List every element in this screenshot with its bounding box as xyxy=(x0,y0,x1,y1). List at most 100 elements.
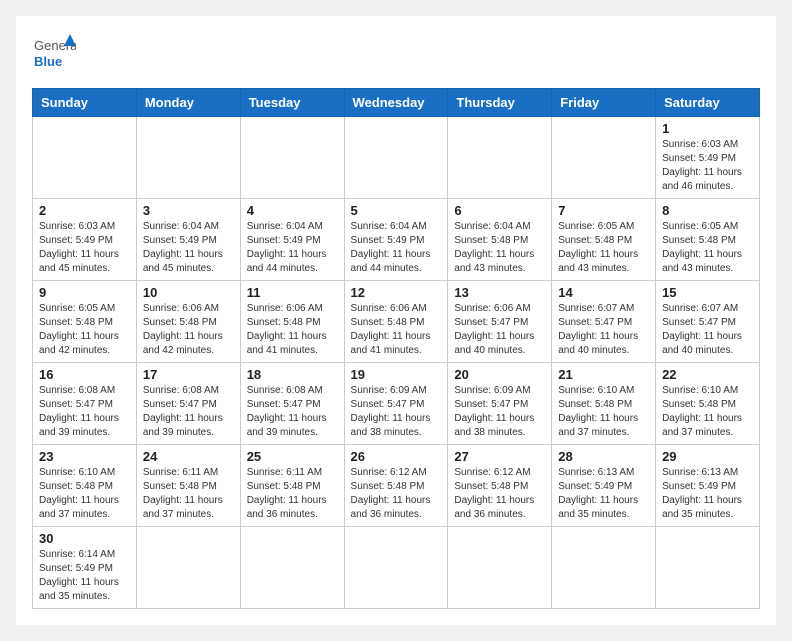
day-info: Sunrise: 6:11 AM Sunset: 5:48 PM Dayligh… xyxy=(247,466,338,522)
day-number: 26 xyxy=(351,449,442,464)
weekday-header-saturday: Saturday xyxy=(656,89,760,117)
calendar-week-row: 2Sunrise: 6:03 AM Sunset: 5:49 PM Daylig… xyxy=(33,199,760,281)
day-number: 22 xyxy=(662,367,753,382)
calendar-cell xyxy=(448,527,552,609)
day-number: 15 xyxy=(662,285,753,300)
day-number: 2 xyxy=(39,203,130,218)
day-number: 21 xyxy=(558,367,649,382)
day-info: Sunrise: 6:12 AM Sunset: 5:48 PM Dayligh… xyxy=(351,466,442,522)
day-info: Sunrise: 6:06 AM Sunset: 5:48 PM Dayligh… xyxy=(143,302,234,358)
calendar-cell: 30 Sunrise: 6:14 AM Sunset: 5:49 PM Dayli… xyxy=(33,527,137,609)
calendar-cell: 3 Sunrise: 6:04 AM Sunset: 5:49 PM Daylig… xyxy=(136,199,240,281)
day-info: Sunrise: 6:05 AM Sunset: 5:48 PM Dayligh… xyxy=(39,302,130,358)
calendar-cell: 20 Sunrise: 6:09 AM Sunset: 5:47 PM Dayli… xyxy=(448,363,552,445)
day-info: Sunrise: 6:14 AM Sunset: 5:49 PM Dayligh… xyxy=(39,548,130,604)
calendar-cell: 5 Sunrise: 6:04 AM Sunset: 5:49 PM Daylig… xyxy=(344,199,448,281)
calendar-cell: 24 Sunrise: 6:11 AM Sunset: 5:48 PM Dayli… xyxy=(136,445,240,527)
day-number: 8 xyxy=(662,203,753,218)
day-number: 29 xyxy=(662,449,753,464)
calendar-cell: 9Sunrise: 6:05 AM Sunset: 5:48 PM Daylig… xyxy=(33,281,137,363)
day-number: 30 xyxy=(39,531,130,546)
calendar-cell xyxy=(344,527,448,609)
day-info: Sunrise: 6:13 AM Sunset: 5:49 PM Dayligh… xyxy=(558,466,649,522)
calendar-cell: 19 Sunrise: 6:09 AM Sunset: 5:47 PM Dayli… xyxy=(344,363,448,445)
calendar-cell xyxy=(552,527,656,609)
calendar-cell xyxy=(240,117,344,199)
calendar-body: 1Sunrise: 6:03 AM Sunset: 5:49 PM Daylig… xyxy=(33,117,760,609)
day-number: 3 xyxy=(143,203,234,218)
calendar-cell: 23Sunrise: 6:10 AM Sunset: 5:48 PM Dayli… xyxy=(33,445,137,527)
svg-text:Blue: Blue xyxy=(34,54,62,69)
calendar-container: General Blue SundayMondayTuesdayWednesda… xyxy=(16,16,776,625)
calendar-cell: 6Sunrise: 6:04 AM Sunset: 5:48 PM Daylig… xyxy=(448,199,552,281)
day-number: 12 xyxy=(351,285,442,300)
day-info: Sunrise: 6:08 AM Sunset: 5:47 PM Dayligh… xyxy=(247,384,338,440)
weekday-header-sunday: Sunday xyxy=(33,89,137,117)
calendar-cell: 28 Sunrise: 6:13 AM Sunset: 5:49 PM Dayli… xyxy=(552,445,656,527)
weekday-header-thursday: Thursday xyxy=(448,89,552,117)
day-number: 16 xyxy=(39,367,130,382)
calendar-table: SundayMondayTuesdayWednesdayThursdayFrid… xyxy=(32,88,760,609)
logo: General Blue xyxy=(32,32,76,76)
calendar-cell xyxy=(136,527,240,609)
calendar-cell: 26 Sunrise: 6:12 AM Sunset: 5:48 PM Dayli… xyxy=(344,445,448,527)
calendar-cell: 4 Sunrise: 6:04 AM Sunset: 5:49 PM Daylig… xyxy=(240,199,344,281)
day-info: Sunrise: 6:04 AM Sunset: 5:48 PM Dayligh… xyxy=(454,220,545,276)
day-info: Sunrise: 6:10 AM Sunset: 5:48 PM Dayligh… xyxy=(558,384,649,440)
calendar-cell: 2Sunrise: 6:03 AM Sunset: 5:49 PM Daylig… xyxy=(33,199,137,281)
day-info: Sunrise: 6:07 AM Sunset: 5:47 PM Dayligh… xyxy=(558,302,649,358)
calendar-week-row: 9Sunrise: 6:05 AM Sunset: 5:48 PM Daylig… xyxy=(33,281,760,363)
day-number: 17 xyxy=(143,367,234,382)
day-number: 27 xyxy=(454,449,545,464)
day-number: 10 xyxy=(143,285,234,300)
weekday-header-friday: Friday xyxy=(552,89,656,117)
calendar-cell: 16Sunrise: 6:08 AM Sunset: 5:47 PM Dayli… xyxy=(33,363,137,445)
calendar-cell: 11Sunrise: 6:06 AM Sunset: 5:48 PM Dayli… xyxy=(240,281,344,363)
calendar-cell: 13Sunrise: 6:06 AM Sunset: 5:47 PM Dayli… xyxy=(448,281,552,363)
weekday-header-row: SundayMondayTuesdayWednesdayThursdayFrid… xyxy=(33,89,760,117)
weekday-header-monday: Monday xyxy=(136,89,240,117)
day-number: 18 xyxy=(247,367,338,382)
day-number: 25 xyxy=(247,449,338,464)
calendar-cell: 1Sunrise: 6:03 AM Sunset: 5:49 PM Daylig… xyxy=(656,117,760,199)
day-number: 24 xyxy=(143,449,234,464)
day-number: 28 xyxy=(558,449,649,464)
day-number: 5 xyxy=(351,203,442,218)
day-number: 4 xyxy=(247,203,338,218)
day-info: Sunrise: 6:06 AM Sunset: 5:47 PM Dayligh… xyxy=(454,302,545,358)
calendar-cell xyxy=(344,117,448,199)
calendar-week-row: 16 Sunrise: 6:08 AM Sunset: 5:47 PM Dayli… xyxy=(33,363,760,445)
calendar-cell: 8Sunrise: 6:05 AM Sunset: 5:48 PM Daylig… xyxy=(656,199,760,281)
calendar-cell xyxy=(136,117,240,199)
day-info: Sunrise: 6:04 AM Sunset: 5:49 PM Dayligh… xyxy=(351,220,442,276)
day-number: 23 xyxy=(39,449,130,464)
day-info: Sunrise: 6:11 AM Sunset: 5:48 PM Dayligh… xyxy=(143,466,234,522)
calendar-cell: 25 Sunrise: 6:11 AM Sunset: 5:48 PM Dayli… xyxy=(240,445,344,527)
calendar-cell xyxy=(33,117,137,199)
calendar-cell: 27 Sunrise: 6:12 AM Sunset: 5:48 PM Dayli… xyxy=(448,445,552,527)
day-info: Sunrise: 6:09 AM Sunset: 5:47 PM Dayligh… xyxy=(351,384,442,440)
logo-svg: General Blue xyxy=(32,32,76,76)
calendar-week-row: 1Sunrise: 6:03 AM Sunset: 5:49 PM Daylig… xyxy=(33,117,760,199)
calendar-cell xyxy=(240,527,344,609)
day-info: Sunrise: 6:04 AM Sunset: 5:49 PM Dayligh… xyxy=(247,220,338,276)
day-number: 7 xyxy=(558,203,649,218)
day-info: Sunrise: 6:12 AM Sunset: 5:48 PM Dayligh… xyxy=(454,466,545,522)
calendar-cell: 29 Sunrise: 6:13 AM Sunset: 5:49 PM Dayli… xyxy=(656,445,760,527)
calendar-cell xyxy=(552,117,656,199)
calendar-week-row: 30 Sunrise: 6:14 AM Sunset: 5:49 PM Dayli… xyxy=(33,527,760,609)
day-info: Sunrise: 6:06 AM Sunset: 5:48 PM Dayligh… xyxy=(351,302,442,358)
day-info: Sunrise: 6:13 AM Sunset: 5:49 PM Dayligh… xyxy=(662,466,753,522)
day-info: Sunrise: 6:10 AM Sunset: 5:48 PM Dayligh… xyxy=(662,384,753,440)
day-info: Sunrise: 6:04 AM Sunset: 5:49 PM Dayligh… xyxy=(143,220,234,276)
day-info: Sunrise: 6:07 AM Sunset: 5:47 PM Dayligh… xyxy=(662,302,753,358)
day-number: 20 xyxy=(454,367,545,382)
calendar-cell xyxy=(448,117,552,199)
calendar-cell: 14Sunrise: 6:07 AM Sunset: 5:47 PM Dayli… xyxy=(552,281,656,363)
weekday-header-wednesday: Wednesday xyxy=(344,89,448,117)
calendar-cell: 10 Sunrise: 6:06 AM Sunset: 5:48 PM Dayli… xyxy=(136,281,240,363)
header: General Blue xyxy=(32,32,760,76)
calendar-cell xyxy=(656,527,760,609)
day-info: Sunrise: 6:09 AM Sunset: 5:47 PM Dayligh… xyxy=(454,384,545,440)
day-number: 19 xyxy=(351,367,442,382)
